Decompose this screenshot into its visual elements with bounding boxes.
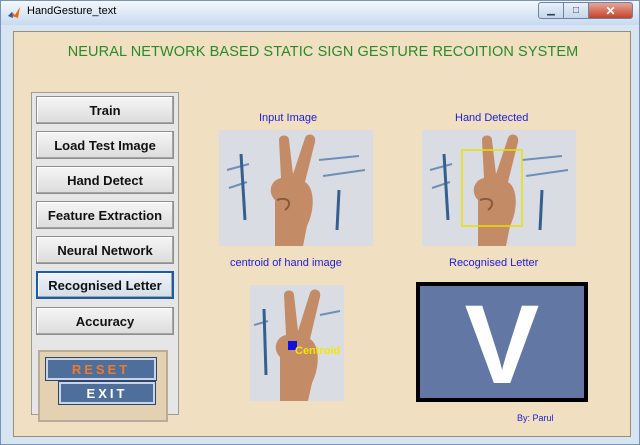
hand-v-sign-image bbox=[250, 285, 344, 401]
centroid-marker-label: Centroid bbox=[295, 345, 341, 357]
hand-detect-button[interactable]: Hand Detect bbox=[36, 166, 174, 194]
close-icon[interactable]: ✕ bbox=[589, 2, 633, 19]
minimize-icon[interactable]: ▁ bbox=[538, 2, 564, 19]
input-image bbox=[219, 130, 373, 246]
load-test-image-button[interactable]: Load Test Image bbox=[36, 131, 174, 159]
exit-button[interactable]: EXIT bbox=[58, 381, 156, 405]
hand-detected-label: Hand Detected bbox=[455, 112, 529, 124]
recognised-letter-button[interactable]: Recognised Letter bbox=[36, 271, 174, 299]
input-image-label: Input Image bbox=[259, 112, 318, 124]
accuracy-button[interactable]: Accuracy bbox=[36, 307, 174, 335]
neural-network-button[interactable]: Neural Network bbox=[36, 236, 174, 264]
hand-v-sign-image bbox=[219, 130, 373, 246]
window-title: HandGesture_text bbox=[27, 5, 117, 17]
author-label: By: Parul bbox=[517, 413, 554, 423]
result-display: V bbox=[416, 282, 588, 402]
matlab-icon bbox=[8, 7, 20, 18]
feature-extraction-button[interactable]: Feature Extraction bbox=[36, 201, 174, 229]
result-letter: V bbox=[464, 282, 540, 407]
hand-detected-image bbox=[422, 130, 576, 246]
window-controls: ▁ □ ✕ bbox=[538, 2, 633, 19]
hand-v-sign-image bbox=[422, 130, 576, 246]
centroid-label: centroid of hand image bbox=[230, 257, 342, 269]
recognised-letter-label: Recognised Letter bbox=[449, 257, 539, 269]
maximize-icon[interactable]: □ bbox=[564, 2, 589, 19]
figure-canvas: NEURAL NETWORK BASED STATIC SIGN GESTURE… bbox=[13, 31, 631, 437]
reset-button[interactable]: RESET bbox=[45, 357, 157, 381]
page-title: NEURAL NETWORK BASED STATIC SIGN GESTURE… bbox=[67, 44, 579, 60]
title-bar[interactable]: HandGesture_text ▁ □ ✕ bbox=[1, 1, 639, 25]
train-button[interactable]: Train bbox=[36, 96, 174, 124]
centroid-image: Centroid bbox=[250, 285, 344, 401]
app-window: HandGesture_text ▁ □ ✕ NEURAL NETWORK BA… bbox=[0, 0, 640, 445]
